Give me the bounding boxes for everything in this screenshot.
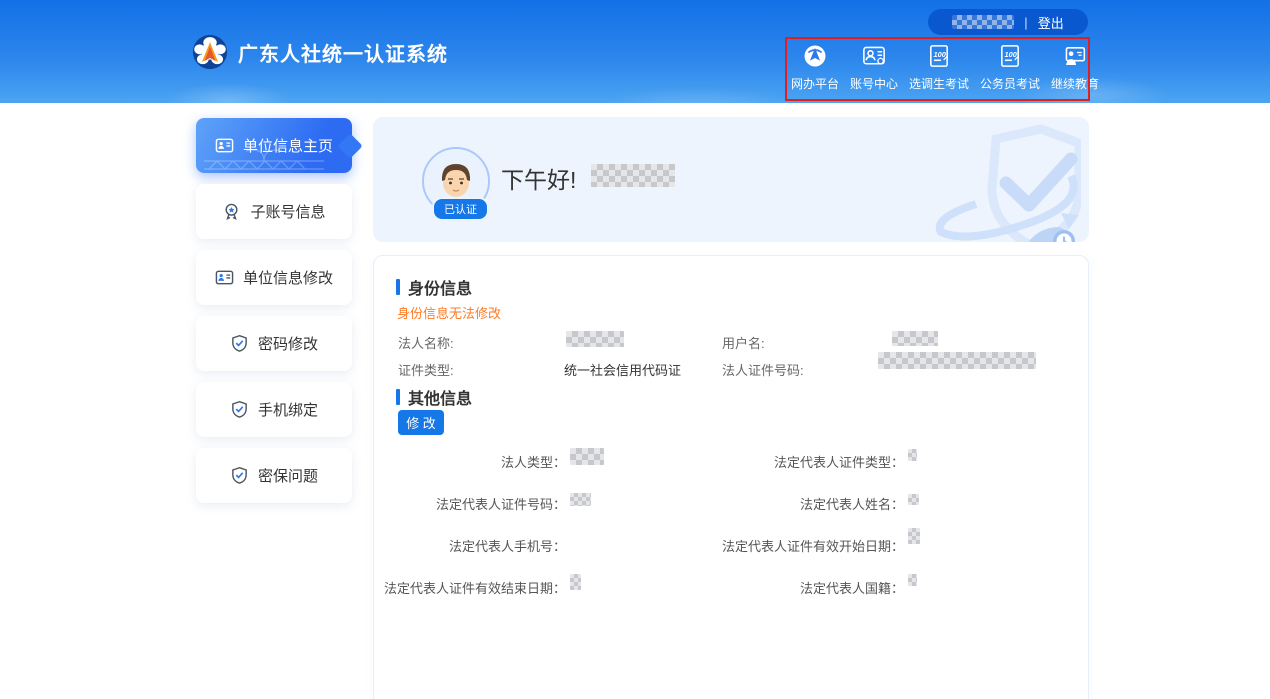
nav-item-account-center[interactable]: 账号中心: [849, 42, 899, 92]
app-logo-icon: [192, 34, 228, 70]
title-bar: [396, 389, 400, 405]
nav-item-portal[interactable]: 网办平台: [790, 42, 840, 92]
redacted-value-rep-cert-type: [908, 449, 917, 461]
field-label: 法人名称:: [398, 333, 454, 352]
field-label: 法定代表人手机号：: [374, 536, 566, 555]
svg-text:100: 100: [934, 50, 947, 59]
brand: 广东人社统一认证系统: [192, 34, 448, 70]
sidebar-item-password-modify[interactable]: 密码修改: [196, 316, 352, 371]
field-label: 用户名:: [722, 333, 765, 352]
redacted-value-legal-name: [566, 331, 624, 347]
greeting-username-redacted: [591, 164, 675, 187]
page: 广东人社统一认证系统 | 登出 网办平台: [0, 0, 1270, 699]
bridge-watermark-icon: [204, 149, 324, 171]
sidebar-item-label: 单位信息修改: [243, 267, 333, 288]
nav-label: 公务员考试: [980, 75, 1040, 92]
nav-label: 账号中心: [850, 75, 898, 92]
field-label: 法人类型：: [374, 452, 566, 471]
badge-icon: [222, 202, 241, 221]
sidebar-item-sub-account-info[interactable]: 子账号信息: [196, 184, 352, 239]
title-bar: [396, 279, 400, 295]
nav-label: 继续教育: [1051, 75, 1099, 92]
identity-warning: 身份信息无法修改: [397, 303, 501, 322]
field-label: 法定代表人证件类型：: [574, 452, 904, 471]
modify-button[interactable]: 修 改: [398, 410, 444, 435]
user-pill: | 登出: [928, 9, 1088, 35]
exam-score-icon: 100: [995, 42, 1025, 70]
field-label: 法定代表人证件有效结束日期：: [374, 578, 566, 597]
continuing-education-icon: [1060, 42, 1090, 70]
nav-item-civil-servant-exam[interactable]: 100 公务员考试: [979, 42, 1041, 92]
field-label: 法定代表人姓名：: [574, 494, 904, 513]
svg-text:100: 100: [1005, 50, 1018, 59]
info-card: 身份信息 身份信息无法修改 法人名称: 用户名: 证件类型: 统一社会信用代码证…: [373, 255, 1089, 699]
account-center-icon: [859, 42, 889, 70]
greeting-panel: 已认证 下午好!: [373, 117, 1089, 242]
sidebar-item-security-question[interactable]: 密保问题: [196, 448, 352, 503]
field-value-cert-type: 统一社会信用代码证: [564, 360, 681, 379]
nav-item-continuing-education[interactable]: 继续教育: [1050, 42, 1100, 92]
sidebar-item-label: 子账号信息: [250, 201, 325, 222]
shield-check-icon: [230, 400, 249, 419]
sidebar-item-label: 密码修改: [258, 333, 318, 354]
sidebar-item-unit-info-modify[interactable]: 单位信息修改: [196, 250, 352, 305]
certified-badge: 已认证: [432, 197, 489, 221]
shield-check-icon: [230, 334, 249, 353]
field-label: 法人证件号码:: [722, 360, 804, 379]
portal-icon: [800, 42, 830, 70]
redacted-value-rep-cert-start-date: [908, 528, 920, 544]
nav-label: 网办平台: [791, 75, 839, 92]
nav-item-xuandiaosheng-exam[interactable]: 100 选调生考试: [908, 42, 970, 92]
field-label: 法定代表人国籍：: [574, 578, 904, 597]
nav-label: 选调生考试: [909, 75, 969, 92]
logout-button[interactable]: 登出: [1038, 13, 1064, 32]
id-card-icon: [215, 268, 234, 287]
app-title: 广东人社统一认证系统: [238, 38, 448, 67]
shield-watermark-icon: [921, 121, 1081, 242]
quick-nav: 网办平台 账号中心: [790, 42, 1100, 92]
exam-score-icon: 100: [924, 42, 954, 70]
identity-section-title: 身份信息: [396, 275, 472, 299]
divider: |: [1024, 15, 1027, 30]
app-header: 广东人社统一认证系统 | 登出 网办平台: [0, 0, 1270, 103]
redacted-value-username: [892, 331, 938, 346]
sidebar-item-label: 密保问题: [258, 465, 318, 486]
other-section-title: 其他信息: [396, 385, 472, 409]
username-redacted: [952, 15, 1014, 29]
field-label: 法定代表人证件号码：: [374, 494, 566, 513]
sidebar-item-label: 手机绑定: [258, 399, 318, 420]
shield-check-icon: [230, 466, 249, 485]
field-label: 证件类型:: [398, 360, 454, 379]
greeting-text: 下午好!: [501, 161, 576, 195]
redacted-value-rep-name: [908, 494, 919, 505]
redacted-value-legal-cert-number: [878, 352, 1036, 369]
redacted-value-rep-nationality: [908, 574, 917, 586]
sidebar-item-unit-info-home[interactable]: 单位信息主页: [196, 118, 352, 173]
field-label: 法定代表人证件有效开始日期：: [574, 536, 904, 555]
sidebar-item-phone-binding[interactable]: 手机绑定: [196, 382, 352, 437]
